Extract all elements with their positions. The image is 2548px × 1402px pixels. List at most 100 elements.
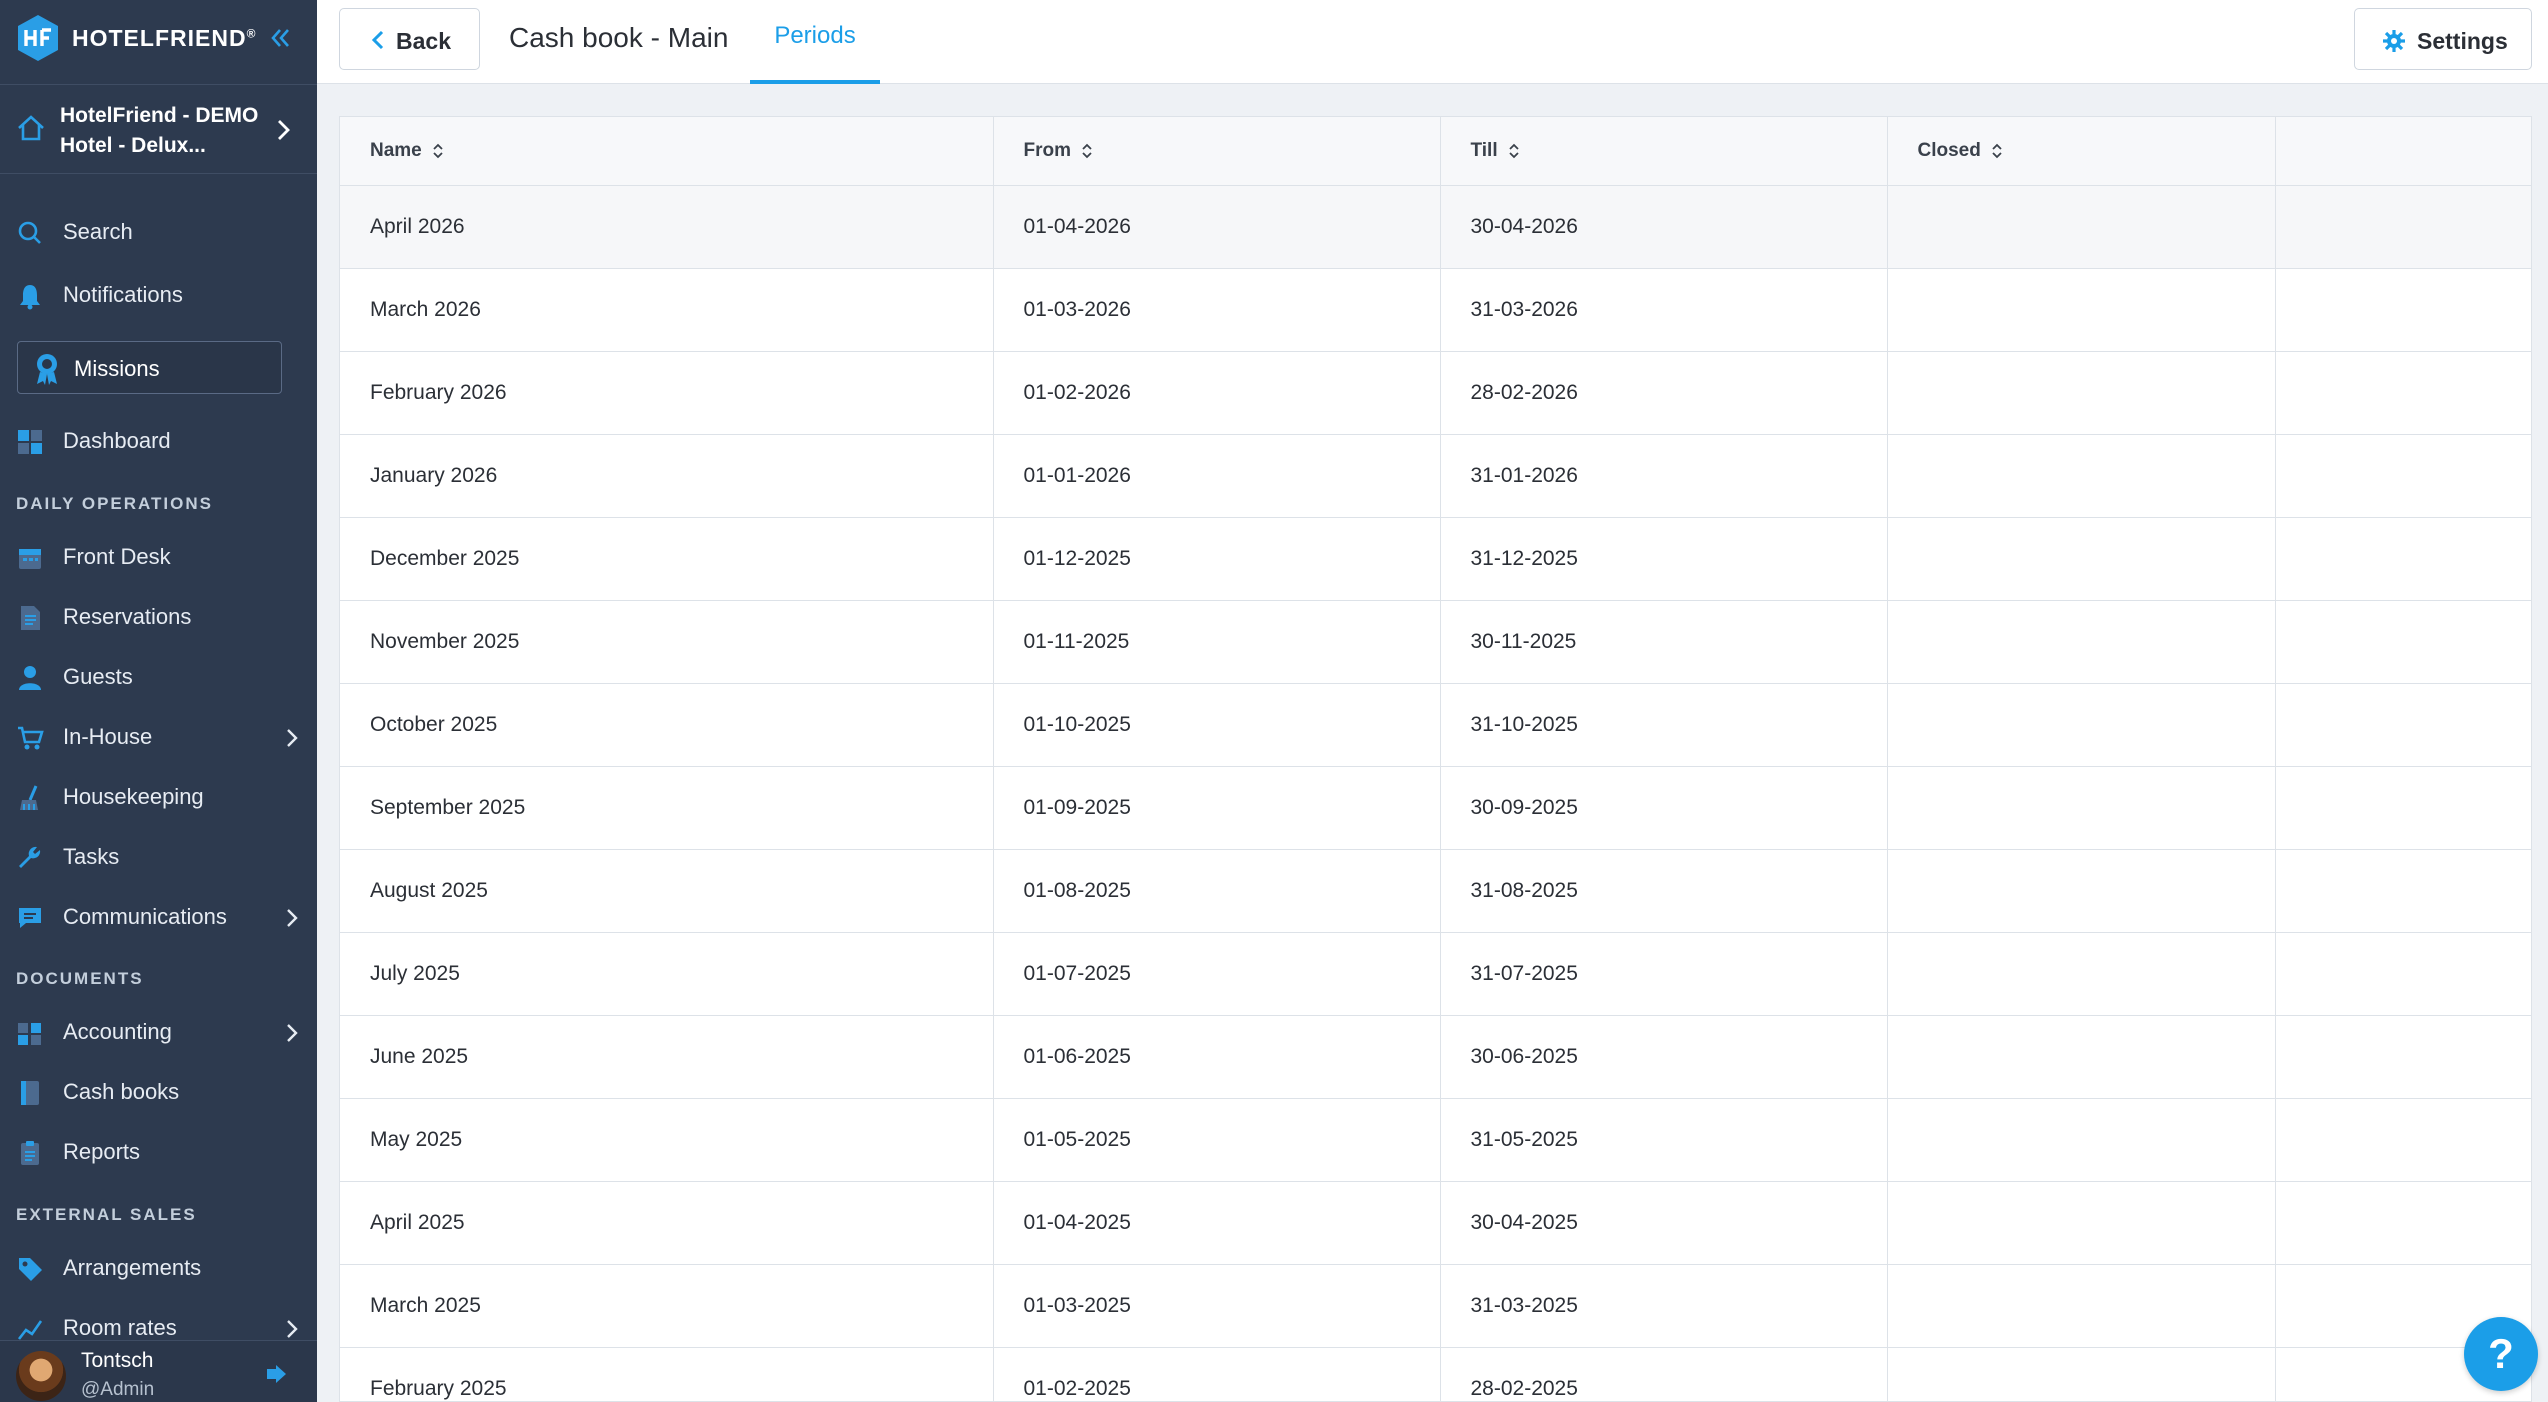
- chevron-right-icon: [287, 909, 298, 927]
- chart-line-icon: [17, 1320, 43, 1340]
- sidebar-item-dashboard[interactable]: Dashboard: [0, 417, 317, 465]
- chevron-right-icon: [287, 1320, 298, 1338]
- settings-label: Settings: [2417, 28, 2508, 54]
- sort-icon: [1508, 143, 1519, 159]
- cell-closed: [1887, 1098, 2276, 1182]
- table-row[interactable]: March 2026 01-03-2026 31-03-2026: [340, 268, 2531, 352]
- sidebar-item-label: Accounting: [63, 1019, 172, 1044]
- cell-closed: [1887, 1264, 2276, 1348]
- sidebar-item-guests[interactable]: Guests: [0, 653, 317, 701]
- table-row[interactable]: March 2025 01-03-2025 31-03-2025: [340, 1264, 2531, 1348]
- settings-button[interactable]: Settings: [2354, 8, 2532, 70]
- cell-name: June 2025: [340, 1015, 994, 1099]
- cell-closed: [1887, 600, 2276, 684]
- cell-name: October 2025: [340, 683, 994, 767]
- logout-icon[interactable]: [265, 1363, 289, 1385]
- table-row[interactable]: January 2026 01-01-2026 31-01-2026: [340, 434, 2531, 518]
- table-row[interactable]: May 2025 01-05-2025 31-05-2025: [340, 1098, 2531, 1182]
- sidebar-item-in-house[interactable]: In-House: [0, 713, 317, 761]
- clipboard-icon: [21, 1141, 39, 1165]
- back-label: Back: [396, 28, 451, 54]
- sidebar-item-label: Reports: [63, 1139, 141, 1164]
- cell-from: 01-09-2025: [993, 766, 1441, 850]
- collapse-sidebar-icon[interactable]: [266, 24, 294, 52]
- column-header-till[interactable]: Till: [1440, 117, 1888, 186]
- table-row[interactable]: April 2025 01-04-2025 30-04-2025: [340, 1181, 2531, 1265]
- table-row[interactable]: June 2025 01-06-2025 30-06-2025: [340, 1015, 2531, 1099]
- cell-name: August 2025: [340, 849, 994, 933]
- sidebar-item-reservations[interactable]: Reservations: [0, 593, 317, 641]
- sidebar-item-label: Dashboard: [63, 428, 171, 453]
- back-button[interactable]: Back: [339, 8, 480, 70]
- sidebar-item-reports[interactable]: Reports: [0, 1128, 317, 1176]
- page-title: Cash book - Main: [509, 22, 729, 53]
- sidebar-item-search[interactable]: Search: [0, 208, 317, 256]
- column-header-from[interactable]: From: [993, 117, 1441, 186]
- sidebar-item-label: Communications: [63, 904, 227, 929]
- table-row[interactable]: July 2025 01-07-2025 31-07-2025: [340, 932, 2531, 1016]
- cell-name: March 2025: [340, 1264, 994, 1348]
- sidebar-item-housekeeping[interactable]: Housekeeping: [0, 773, 317, 821]
- cell-from: 01-07-2025: [993, 932, 1441, 1016]
- cell-closed: [1887, 434, 2276, 518]
- sidebar-item-label: Missions: [74, 356, 160, 381]
- cell-name: April 2026: [340, 185, 994, 269]
- sidebar-item-label: Tasks: [63, 844, 120, 869]
- sidebar-item-accounting[interactable]: Accounting: [0, 1008, 317, 1056]
- cell-actions: [2275, 434, 2531, 518]
- cell-till: 31-12-2025: [1440, 517, 1888, 601]
- sidebar-item-arrangements[interactable]: Arrangements: [0, 1244, 317, 1292]
- column-header-name[interactable]: Name: [340, 117, 994, 186]
- tab-periods[interactable]: Periods: [750, 0, 880, 84]
- table-row[interactable]: December 2025 01-12-2025 31-12-2025: [340, 517, 2531, 601]
- sidebar-item-tasks[interactable]: Tasks: [0, 833, 317, 881]
- cell-from: 01-08-2025: [993, 849, 1441, 933]
- table-row[interactable]: October 2025 01-10-2025 31-10-2025: [340, 683, 2531, 767]
- table-row[interactable]: November 2025 01-11-2025 30-11-2025: [340, 600, 2531, 684]
- sidebar-item-notifications[interactable]: Notifications: [0, 271, 317, 319]
- hotel-switcher[interactable]: HotelFriend - DEMO Hotel - Delux...: [0, 84, 317, 174]
- cell-closed: [1887, 185, 2276, 269]
- cell-closed: [1887, 1181, 2276, 1265]
- cell-from: 01-03-2026: [993, 268, 1441, 352]
- cell-name: December 2025: [340, 517, 994, 601]
- tag-icon: [19, 1258, 42, 1281]
- cell-till: 31-03-2025: [1440, 1264, 1888, 1348]
- cell-till: 31-05-2025: [1440, 1098, 1888, 1182]
- cell-name: May 2025: [340, 1098, 994, 1182]
- dashboard-icon: [18, 430, 42, 454]
- calendar-icon: [19, 549, 41, 569]
- cart-icon: [18, 726, 44, 750]
- table-row[interactable]: February 2025 01-02-2025 28-02-2025: [340, 1347, 2531, 1401]
- cell-closed: [1887, 849, 2276, 933]
- section-daily-operations: DAILY OPERATIONS: [16, 494, 213, 513]
- cell-closed: [1887, 766, 2276, 850]
- cell-from: 01-03-2025: [993, 1264, 1441, 1348]
- table-row[interactable]: April 2026 01-04-2026 30-04-2026: [340, 185, 2531, 269]
- cell-from: 01-04-2025: [993, 1181, 1441, 1265]
- user-profile[interactable]: Tontsch @Admin: [0, 1340, 317, 1402]
- cell-till: 31-08-2025: [1440, 849, 1888, 933]
- sidebar-item-front-desk[interactable]: Front Desk: [0, 533, 317, 581]
- sidebar-item-label: Housekeeping: [63, 784, 204, 809]
- brand[interactable]: HOTELFRIEND®: [16, 14, 306, 62]
- chevron-right-icon: [278, 120, 290, 140]
- cell-closed: [1887, 1015, 2276, 1099]
- help-button[interactable]: ?: [2464, 1317, 2538, 1391]
- sidebar-item-label: Reservations: [63, 604, 192, 629]
- chevron-left-icon: [371, 30, 384, 50]
- cell-from: 01-02-2025: [993, 1347, 1441, 1401]
- cell-till: 30-09-2025: [1440, 766, 1888, 850]
- table-row[interactable]: September 2025 01-09-2025 30-09-2025: [340, 766, 2531, 850]
- section-documents: DOCUMENTS: [16, 969, 144, 988]
- table-row[interactable]: August 2025 01-08-2025 31-08-2025: [340, 849, 2531, 933]
- sidebar-item-communications[interactable]: Communications: [0, 893, 317, 941]
- sidebar-item-cash-books[interactable]: Cash books: [0, 1068, 317, 1116]
- cell-closed: [1887, 932, 2276, 1016]
- cell-actions: [2275, 1015, 2531, 1099]
- sidebar-item-missions[interactable]: Missions: [17, 341, 282, 394]
- table-row[interactable]: February 2026 01-02-2026 28-02-2026: [340, 351, 2531, 435]
- hotel-name: HotelFriend - DEMO Hotel - Delux...: [60, 104, 259, 157]
- gear-icon: [2383, 30, 2405, 52]
- column-header-closed[interactable]: Closed: [1887, 117, 2276, 186]
